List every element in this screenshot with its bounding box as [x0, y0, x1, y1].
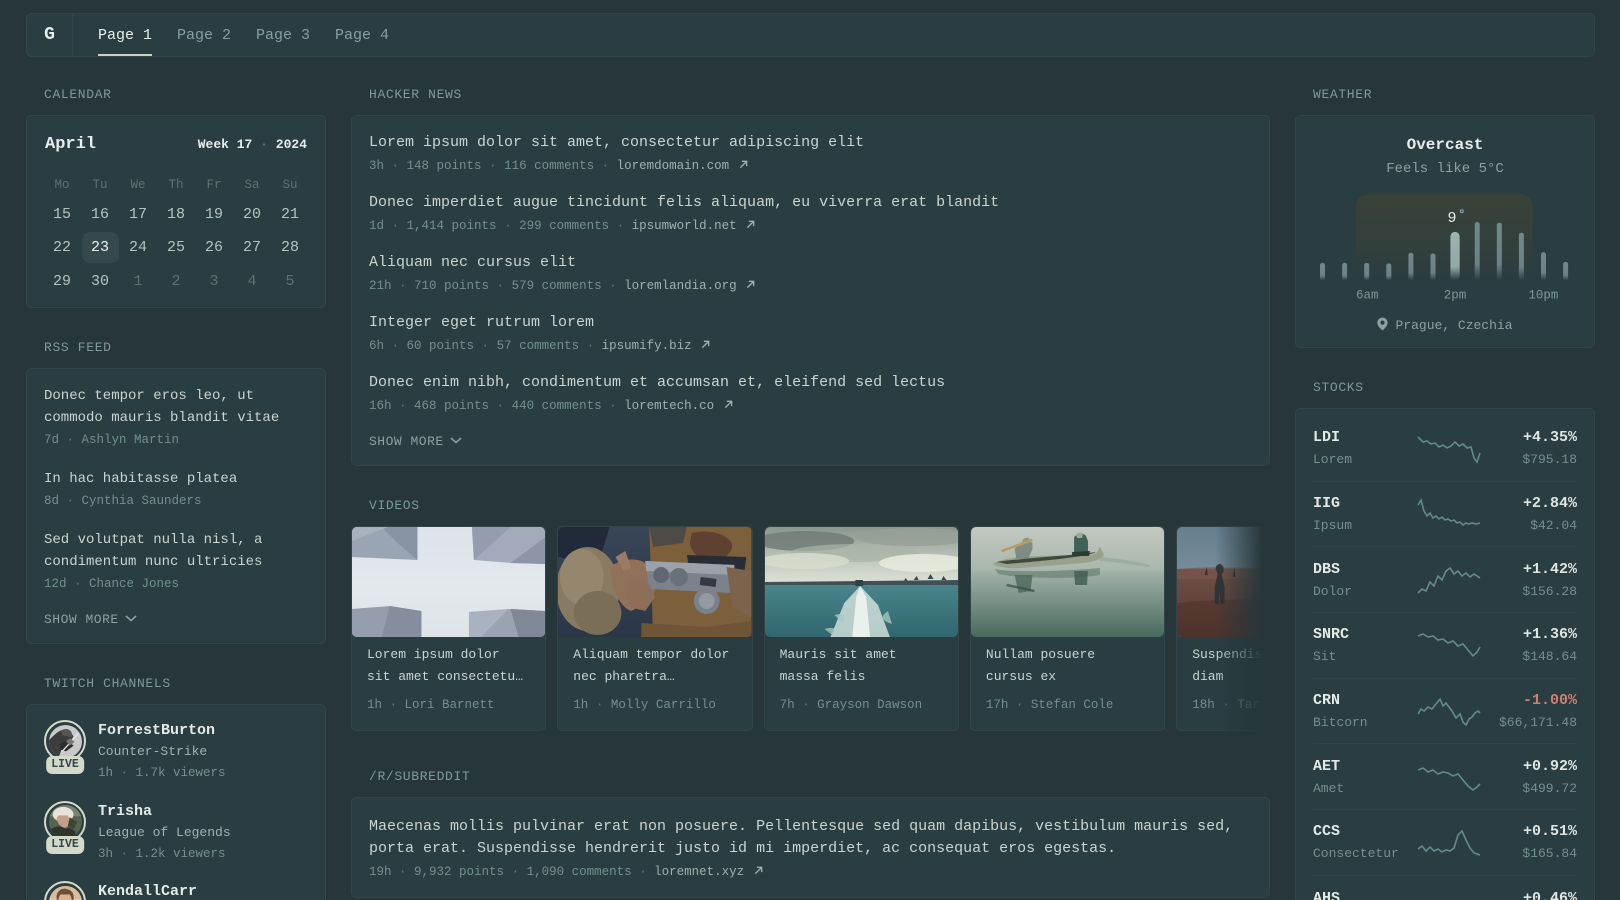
svg-text:10pm: 10pm: [1528, 289, 1558, 303]
svg-text:9: 9: [1447, 210, 1456, 227]
svg-text:2pm: 2pm: [1444, 289, 1467, 303]
svg-text:6am: 6am: [1356, 289, 1379, 303]
